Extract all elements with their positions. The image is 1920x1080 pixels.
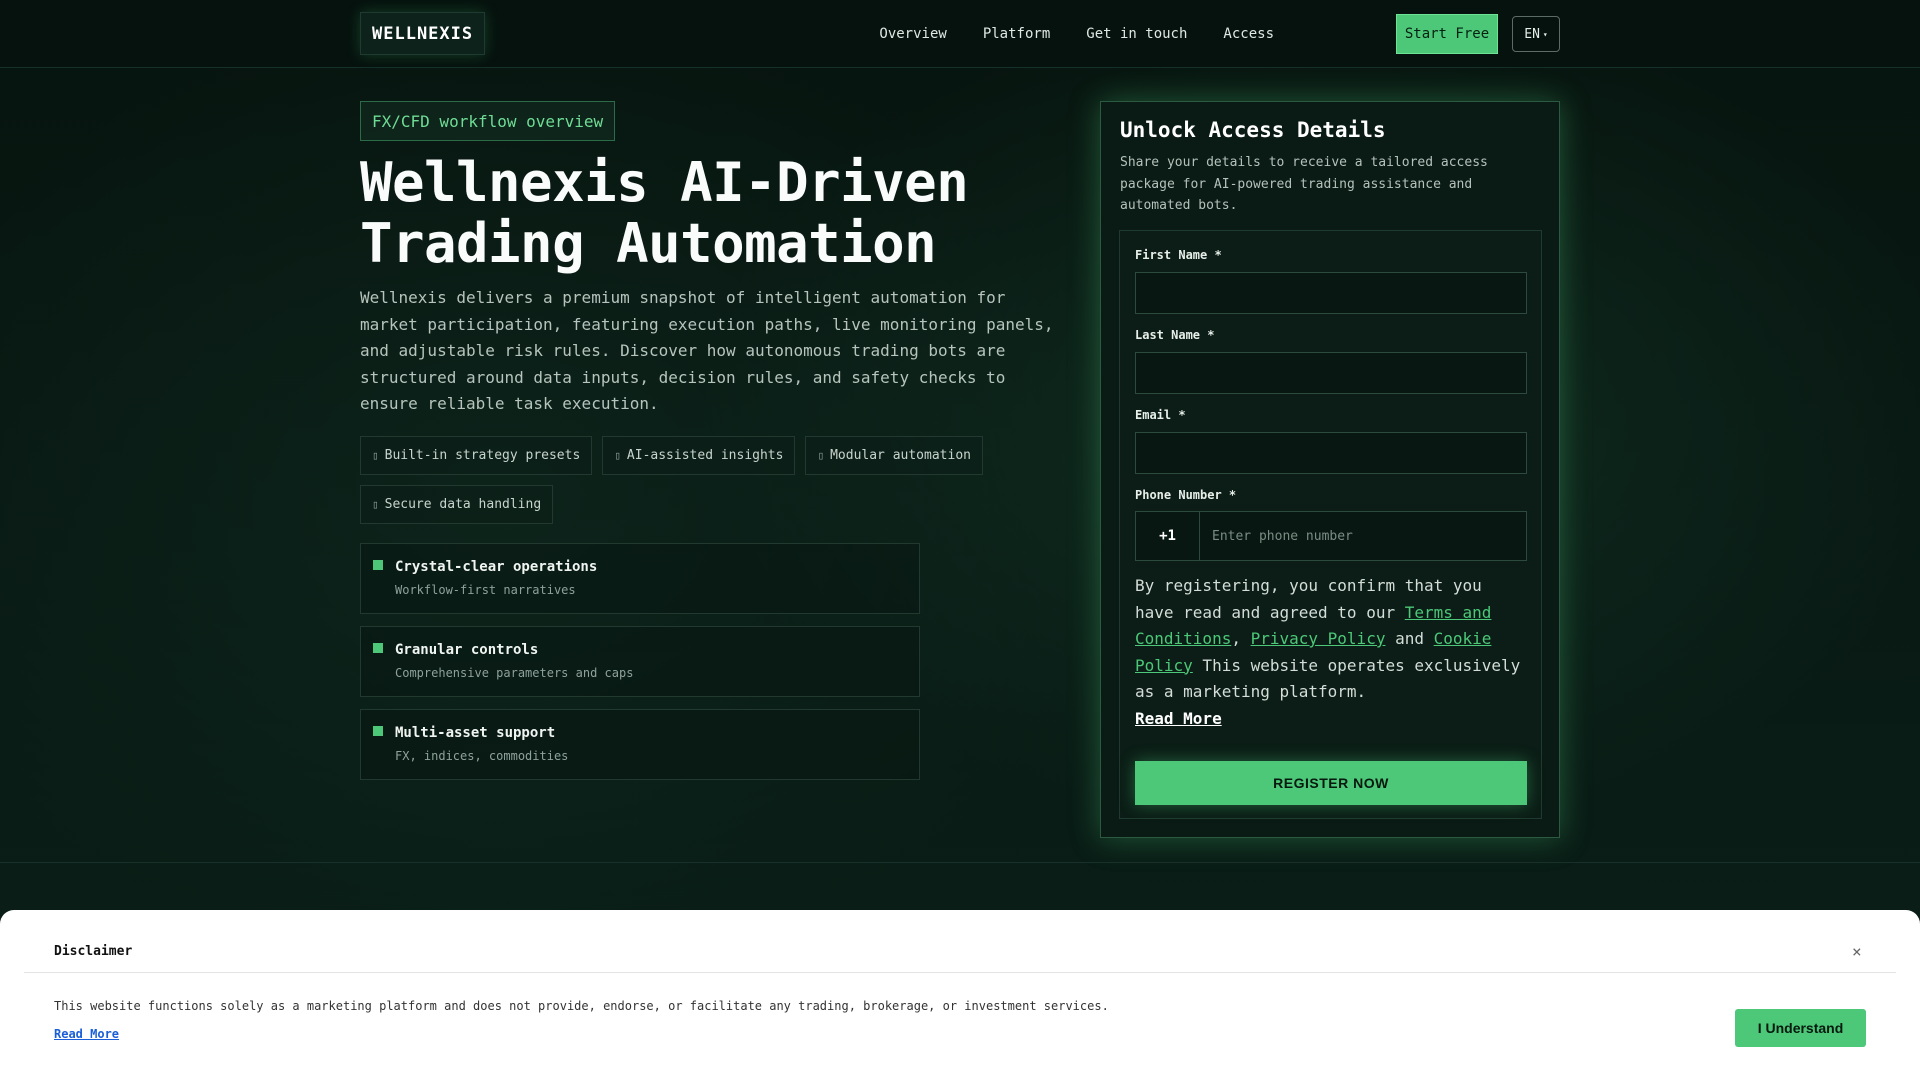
phone-field: +1 xyxy=(1135,511,1527,561)
feature-title: Granular controls xyxy=(395,642,539,658)
square-bullet-icon xyxy=(373,726,383,736)
language-label: EN xyxy=(1524,26,1540,42)
feature-list: Crystal-clear operations Workflow-first … xyxy=(360,543,920,792)
email-input[interactable] xyxy=(1135,432,1527,474)
nav-get-in-touch[interactable]: Get in touch xyxy=(1086,26,1187,42)
close-icon[interactable]: × xyxy=(1852,942,1862,961)
missing-glyph-icon: ▯ xyxy=(614,449,621,462)
disclaimer-text: This website functions solely as a marke… xyxy=(54,999,1109,1013)
feature-subtitle: Comprehensive parameters and caps xyxy=(395,666,634,680)
disclaimer-title: Disclaimer xyxy=(54,944,133,959)
feature-title: Multi-asset support xyxy=(395,725,556,741)
disclaimer-divider xyxy=(24,972,1896,973)
section-divider xyxy=(0,862,1920,863)
feature-subtitle: FX, indices, commodities xyxy=(395,749,569,763)
hero-badge: FX/CFD workflow overview xyxy=(360,101,616,141)
missing-glyph-icon: ▯ xyxy=(372,449,379,462)
square-bullet-icon xyxy=(373,560,383,570)
disclaimer-banner: Disclaimer × This website functions sole… xyxy=(0,910,1920,1080)
consent-and: and xyxy=(1385,629,1434,648)
missing-glyph-icon: ▯ xyxy=(817,449,825,462)
feature-card: Granular controls Comprehensive paramete… xyxy=(360,626,920,697)
consent-text: By registering, you confirm that you hav… xyxy=(1135,573,1527,732)
chip-label: AI-assisted insights xyxy=(626,448,784,463)
phone-label: Phone Number * xyxy=(1135,488,1237,502)
hero-description: Wellnexis delivers a premium snapshot of… xyxy=(360,288,1054,413)
first-name-input[interactable] xyxy=(1135,272,1527,314)
caret-down-icon: ▾ xyxy=(1542,29,1548,39)
consent-comma: , xyxy=(1231,629,1251,648)
brand-logo[interactable]: WELLNEXIS xyxy=(360,12,486,55)
main-nav: Overview Platform Get in touch Access xyxy=(879,14,1274,54)
read-more-link[interactable]: Read More xyxy=(1135,709,1222,728)
form-title: Unlock Access Details xyxy=(1120,118,1386,142)
first-name-label: First Name * xyxy=(1135,248,1222,262)
chip-strategy-presets: ▯ Built-in strategy presets xyxy=(360,436,593,475)
registration-card: Unlock Access Details Share your details… xyxy=(1100,101,1560,838)
i-understand-button[interactable]: I Understand xyxy=(1735,1009,1866,1047)
form-subtitle: Share your details to receive a tailored… xyxy=(1120,155,1488,213)
start-free-button[interactable]: Start Free xyxy=(1396,14,1498,54)
register-button[interactable]: REGISTER NOW xyxy=(1135,761,1527,805)
feature-subtitle: Workflow-first narratives xyxy=(395,583,576,597)
chip-label: Modular automation xyxy=(830,448,971,463)
feature-chips: ▯ Built-in strategy presets ▯ AI-assiste… xyxy=(360,436,1060,524)
chip-label: Secure data handling xyxy=(384,497,542,512)
nav-platform[interactable]: Platform xyxy=(983,26,1050,42)
privacy-link[interactable]: Privacy Policy xyxy=(1251,629,1386,648)
chip-modular-automation: ▯ Modular automation xyxy=(805,436,983,475)
hero-title: Wellnexis AI-Driven Trading Automation xyxy=(360,152,1060,274)
registration-form: First Name * Last Name * Email * Phone N… xyxy=(1119,230,1542,819)
hero-title-line-1: Wellnexis AI-Driven xyxy=(360,151,969,214)
consent-suffix: This website operates exclusively as a m… xyxy=(1135,655,1521,702)
country-code-selector[interactable]: +1 xyxy=(1136,512,1200,560)
feature-card: Crystal-clear operations Workflow-first … xyxy=(360,543,920,614)
chip-secure-data: ▯ Secure data handling xyxy=(360,485,554,524)
feature-title: Crystal-clear operations xyxy=(395,559,598,575)
disclaimer-read-more-link[interactable]: Read More xyxy=(54,1027,119,1041)
last-name-label: Last Name * xyxy=(1135,328,1215,342)
chip-ai-insights: ▯ AI-assisted insights xyxy=(602,436,796,475)
nav-overview[interactable]: Overview xyxy=(879,26,946,42)
feature-card: Multi-asset support FX, indices, commodi… xyxy=(360,709,920,780)
email-label: Email * xyxy=(1135,408,1186,422)
phone-input[interactable] xyxy=(1200,512,1526,560)
language-selector[interactable]: EN ▾ xyxy=(1512,16,1560,52)
nav-access[interactable]: Access xyxy=(1223,26,1274,42)
last-name-input[interactable] xyxy=(1135,352,1527,394)
chip-label: Built-in strategy presets xyxy=(384,448,581,463)
hero-title-line-2: Trading Automation xyxy=(360,212,937,275)
square-bullet-icon xyxy=(373,643,383,653)
top-navbar: WELLNEXIS Overview Platform Get in touch… xyxy=(0,0,1920,68)
missing-glyph-icon: ▯ xyxy=(372,498,379,511)
